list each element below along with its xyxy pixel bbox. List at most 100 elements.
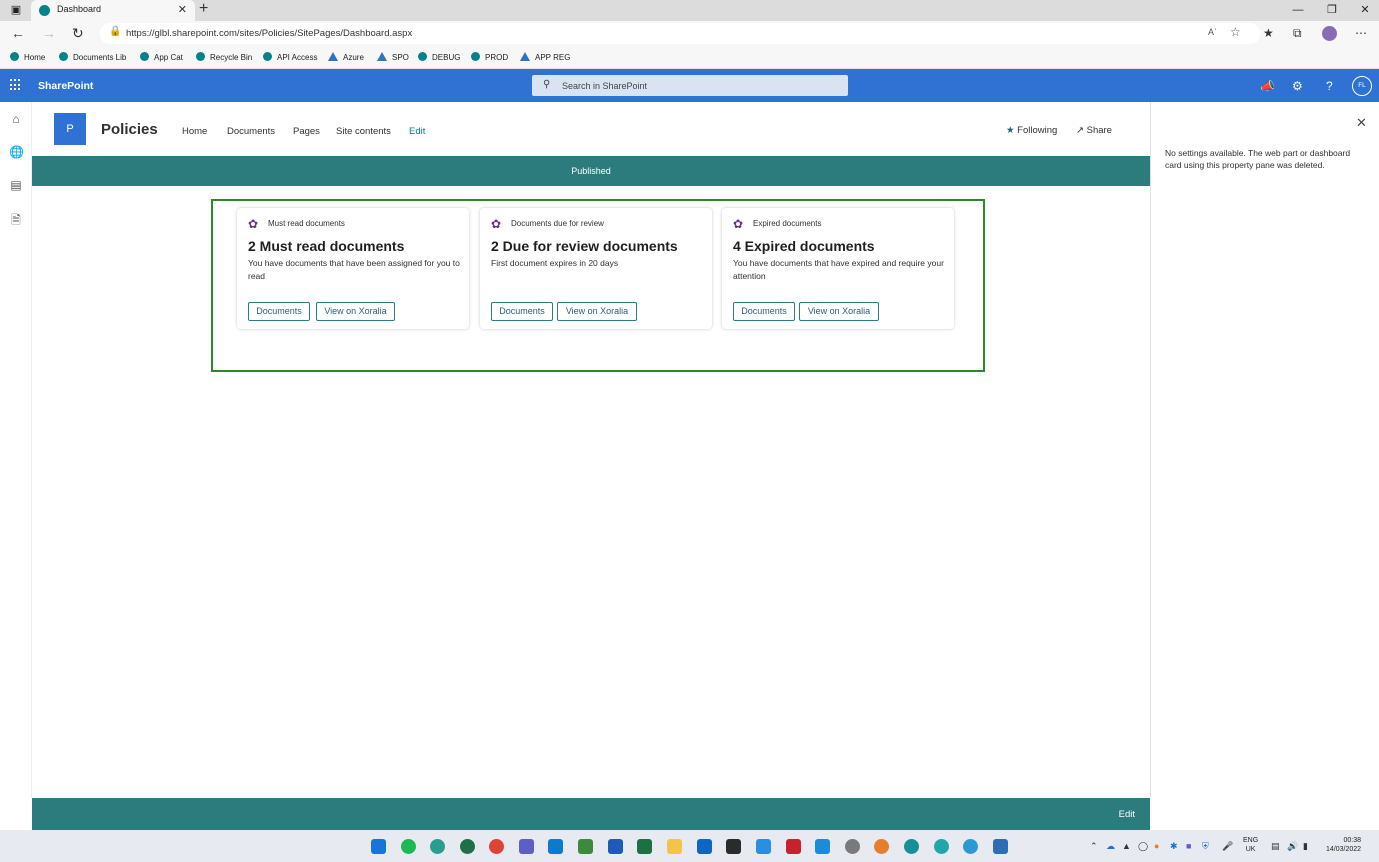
bookmark-home[interactable]: Home xyxy=(10,52,45,62)
site-logo[interactable]: P xyxy=(54,113,86,145)
vscode-icon[interactable] xyxy=(548,839,563,854)
read-aloud-icon[interactable]: Aʾ xyxy=(1208,27,1217,37)
bookmark-app-cat[interactable]: App Cat xyxy=(140,52,183,62)
documents-button[interactable]: Documents xyxy=(733,302,795,321)
address-bar[interactable]: 🔒 https://glbl.sharepoint.com/sites/Poli… xyxy=(100,23,1260,44)
phone-link-icon[interactable] xyxy=(756,839,771,854)
settings-app-icon[interactable] xyxy=(845,839,860,854)
lock-icon[interactable]: 🔒 xyxy=(109,26,121,37)
clock[interactable]: 00:38 14/03/2022 xyxy=(1326,836,1361,854)
file-explorer-icon[interactable] xyxy=(667,839,682,854)
search-placeholder[interactable]: Search in SharePoint xyxy=(562,81,647,91)
forward-icon[interactable]: → xyxy=(42,25,56,41)
minimize-icon[interactable]: — xyxy=(1289,2,1307,18)
back-icon[interactable]: ← xyxy=(11,25,25,41)
network-icon[interactable]: ▤ xyxy=(1271,841,1280,852)
card-must-read[interactable]: ✿ Must read documents 2 Must read docume… xyxy=(237,208,469,329)
collections-icon[interactable]: ⧉ xyxy=(1293,26,1302,41)
home-icon[interactable]: ⌂ xyxy=(9,112,23,126)
outlook-icon[interactable] xyxy=(697,839,712,854)
suite-title[interactable]: SharePoint xyxy=(38,80,93,92)
bookmark-app-reg[interactable]: APP REG xyxy=(520,52,570,62)
close-window-icon[interactable]: ✕ xyxy=(1356,2,1374,18)
globe-icon[interactable]: 🌐 xyxy=(9,145,24,159)
news-icon[interactable]: ▤ xyxy=(9,178,23,192)
view-on-xoralia-button[interactable]: View on Xoralia xyxy=(557,302,637,321)
bookmark-spo[interactable]: SPO xyxy=(377,52,409,62)
bookmark-api-access[interactable]: API Access xyxy=(263,52,317,62)
excel-icon[interactable] xyxy=(637,839,652,854)
teams-tray-icon[interactable]: ■ xyxy=(1186,841,1191,851)
nav-documents[interactable]: Documents xyxy=(227,126,275,137)
spotify-icon[interactable] xyxy=(401,839,416,854)
edge-dev-icon[interactable] xyxy=(430,839,445,854)
card-expired[interactable]: ✿ Expired documents 4 Expired documents … xyxy=(722,208,954,329)
notepad-plus-icon[interactable] xyxy=(578,839,593,854)
podcast-icon[interactable] xyxy=(874,839,889,854)
language-indicator[interactable]: ENG UK xyxy=(1243,836,1258,854)
onedrive-icon[interactable]: ☁ xyxy=(1106,841,1115,852)
more-menu-icon[interactable]: ⋯ xyxy=(1355,26,1367,40)
nav-pages[interactable]: Pages xyxy=(293,126,320,137)
megaphone-icon[interactable]: 📣 xyxy=(1260,79,1275,93)
terminal-icon[interactable] xyxy=(726,839,741,854)
document-icon[interactable]: 🗎 xyxy=(9,211,23,227)
documents-button[interactable]: Documents xyxy=(248,302,310,321)
property-pane: ✕ No settings available. The web part or… xyxy=(1150,102,1379,830)
dashboard-zone[interactable]: ✿ Must read documents 2 Must read docume… xyxy=(211,199,985,372)
nav-site-contents[interactable]: Site contents xyxy=(336,126,391,137)
refresh-icon[interactable]: ↻ xyxy=(72,25,84,42)
documents-button[interactable]: Documents xyxy=(491,302,553,321)
todo-icon[interactable] xyxy=(815,839,830,854)
nav-home[interactable]: Home xyxy=(182,126,207,137)
photos-icon[interactable] xyxy=(993,839,1008,854)
edge-canary-icon[interactable] xyxy=(460,839,475,854)
start-icon[interactable] xyxy=(371,839,386,854)
nav-edit[interactable]: Edit xyxy=(409,126,425,137)
close-pane-icon[interactable]: ✕ xyxy=(1356,115,1367,131)
view-on-xoralia-button[interactable]: View on Xoralia xyxy=(799,302,879,321)
volume-icon[interactable]: 🔊 xyxy=(1287,841,1298,852)
microphone-icon[interactable]: 🎤 xyxy=(1222,841,1233,852)
bookmark-recycle-bin[interactable]: Recycle Bin xyxy=(196,52,252,62)
settings-gear-icon[interactable]: ⚙ xyxy=(1292,79,1303,93)
chrome-icon[interactable] xyxy=(489,839,504,854)
url-text[interactable]: https://glbl.sharepoint.com/sites/Polici… xyxy=(126,28,412,39)
tray-app-icon[interactable]: ▲ xyxy=(1122,841,1131,851)
bookmark-azure[interactable]: Azure xyxy=(328,52,364,62)
new-tab-icon[interactable]: + xyxy=(199,0,208,18)
restore-icon[interactable]: ❐ xyxy=(1323,2,1341,18)
acrobat-icon[interactable] xyxy=(786,839,801,854)
teams-icon[interactable] xyxy=(519,839,534,854)
app-launcher-icon[interactable] xyxy=(10,79,22,91)
following-button[interactable]: ★ Following xyxy=(1006,125,1057,136)
bluetooth-icon[interactable]: ✱ xyxy=(1170,841,1178,852)
bookmark-documents-lib[interactable]: Documents Lib xyxy=(59,52,126,62)
browser-tab[interactable]: Dashboard ✕ xyxy=(31,0,195,21)
bookmark-prod[interactable]: PROD xyxy=(471,52,508,62)
tray-app-icon[interactable]: ◯ xyxy=(1138,841,1148,852)
help-icon[interactable]: ? xyxy=(1326,79,1333,93)
user-avatar[interactable]: FL xyxy=(1352,76,1372,96)
tab-actions-icon[interactable]: ▣ xyxy=(7,2,25,18)
share-button[interactable]: ↗ Share xyxy=(1076,125,1112,136)
card-due-for-review[interactable]: ✿ Documents due for review 2 Due for rev… xyxy=(480,208,712,329)
tray-app-icon[interactable]: ● xyxy=(1154,841,1159,851)
add-favorite-icon[interactable]: ☆ xyxy=(1230,25,1241,39)
bookmark-debug[interactable]: DEBUG xyxy=(418,52,460,62)
close-tab-icon[interactable]: ✕ xyxy=(178,3,187,16)
site-title[interactable]: Policies xyxy=(101,121,158,138)
star-icon: ★ xyxy=(1006,125,1015,136)
battery-icon[interactable]: ▮ xyxy=(1303,841,1308,852)
view-on-xoralia-button[interactable]: View on Xoralia xyxy=(316,302,395,321)
edge-active-icon[interactable] xyxy=(904,839,919,854)
show-hidden-icons-icon[interactable]: ⌃ xyxy=(1090,841,1098,852)
defender-icon[interactable]: ⛨ xyxy=(1202,841,1209,852)
edge-icon[interactable] xyxy=(963,839,978,854)
favorites-icon[interactable]: ★ xyxy=(1263,26,1274,40)
edge-beta-icon[interactable] xyxy=(934,839,949,854)
profile-avatar[interactable] xyxy=(1322,26,1337,41)
edit-button[interactable]: Edit xyxy=(1119,809,1135,820)
search-box[interactable]: ⚲ Search in SharePoint xyxy=(532,75,848,96)
word-icon[interactable] xyxy=(608,839,623,854)
